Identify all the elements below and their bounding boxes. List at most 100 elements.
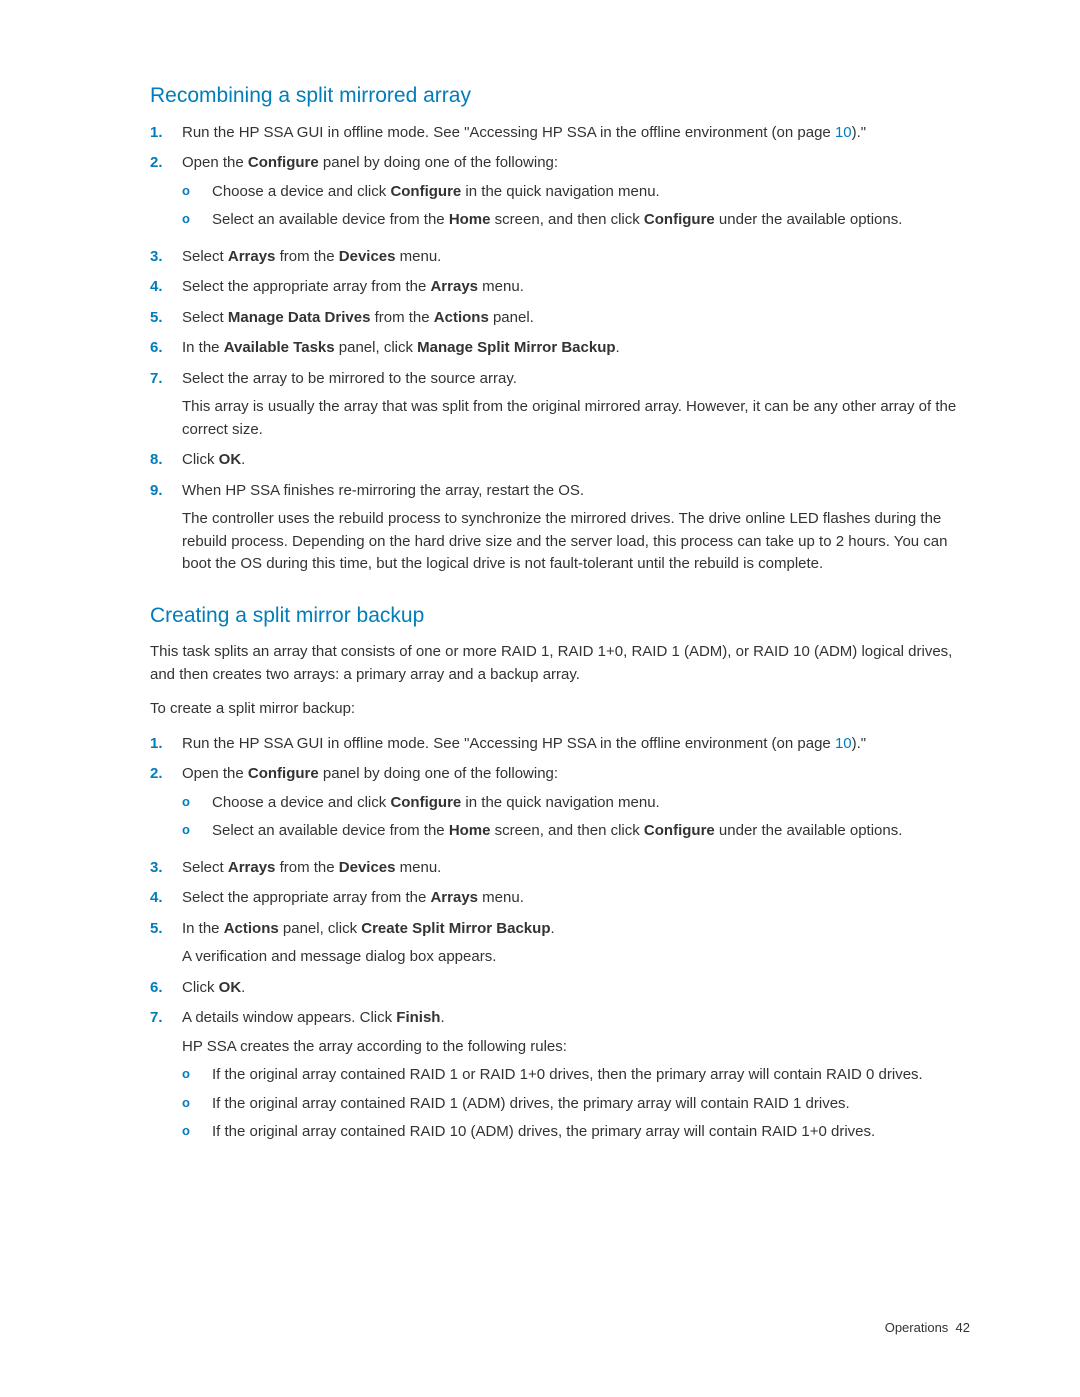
step: 9. When HP SSA finishes re-mirroring the… xyxy=(150,480,970,576)
text: menu. xyxy=(478,278,524,295)
step-number: 3. xyxy=(150,246,182,269)
step-text: Select Manage Data Drives from the Actio… xyxy=(182,307,970,330)
text: panel. xyxy=(489,309,534,326)
step: 5. In the Actions panel, click Create Sp… xyxy=(150,918,970,969)
step-text: Run the HP SSA GUI in offline mode. See … xyxy=(182,122,970,145)
intro-paragraph: To create a split mirror backup: xyxy=(150,698,970,721)
step: 1. Run the HP SSA GUI in offline mode. S… xyxy=(150,122,970,145)
sublist: o Choose a device and click Configure in… xyxy=(182,792,970,843)
bullet-marker: o xyxy=(182,1121,212,1144)
text: Choose a device and click xyxy=(212,794,390,811)
step-number: 5. xyxy=(150,918,182,969)
step-text: Open the Configure panel by doing one of… xyxy=(182,152,970,238)
step-text: Select the array to be mirrored to the s… xyxy=(182,368,970,442)
sub-text: If the original array contained RAID 10 … xyxy=(212,1121,970,1144)
step: 7. Select the array to be mirrored to th… xyxy=(150,368,970,442)
text: from the xyxy=(275,859,338,876)
text: . xyxy=(440,1009,444,1026)
step: 4. Select the appropriate array from the… xyxy=(150,887,970,910)
sub-text: If the original array contained RAID 1 o… xyxy=(212,1064,970,1087)
text: When HP SSA finishes re-mirroring the ar… xyxy=(182,482,584,499)
sub-item: o Select an available device from the Ho… xyxy=(182,209,970,232)
bold: Configure xyxy=(248,765,319,782)
text: Select the appropriate array from the xyxy=(182,278,430,295)
text: . xyxy=(616,339,620,356)
step-extra: The controller uses the rebuild process … xyxy=(182,508,970,576)
step-number: 2. xyxy=(150,152,182,238)
bold: Actions xyxy=(434,309,489,326)
bold: Create Split Mirror Backup xyxy=(361,920,550,937)
text: Select xyxy=(182,309,228,326)
step-text: Run the HP SSA GUI in offline mode. See … xyxy=(182,733,970,756)
text: )." xyxy=(852,735,867,752)
step-number: 8. xyxy=(150,449,182,472)
text: under the available options. xyxy=(715,822,903,839)
bold: Manage Data Drives xyxy=(228,309,371,326)
step: 2. Open the Configure panel by doing one… xyxy=(150,763,970,849)
step: 6. Click OK. xyxy=(150,977,970,1000)
recombining-steps: 1. Run the HP SSA GUI in offline mode. S… xyxy=(150,122,970,576)
bold: OK xyxy=(219,451,242,468)
text: under the available options. xyxy=(715,211,903,228)
bold: OK xyxy=(219,979,242,996)
step-extra: A verification and message dialog box ap… xyxy=(182,946,970,969)
sub-item: o Choose a device and click Configure in… xyxy=(182,181,970,204)
text: Select the array to be mirrored to the s… xyxy=(182,370,517,387)
bold: Arrays xyxy=(430,278,478,295)
page-link[interactable]: 10 xyxy=(835,735,852,752)
sub-text: If the original array contained RAID 1 (… xyxy=(212,1093,970,1116)
text: screen, and then click xyxy=(491,822,644,839)
sublist: o Choose a device and click Configure in… xyxy=(182,181,970,232)
sub-item: o If the original array contained RAID 1… xyxy=(182,1064,970,1087)
step-text: When HP SSA finishes re-mirroring the ar… xyxy=(182,480,970,576)
step-number: 1. xyxy=(150,733,182,756)
step: 8. Click OK. xyxy=(150,449,970,472)
footer-section-label: Operations xyxy=(885,1320,949,1335)
step-number: 2. xyxy=(150,763,182,849)
step-number: 5. xyxy=(150,307,182,330)
step: 7. A details window appears. Click Finis… xyxy=(150,1007,970,1150)
text: Run the HP SSA GUI in offline mode. See … xyxy=(182,124,835,141)
sublist: o If the original array contained RAID 1… xyxy=(182,1064,970,1144)
sub-item: o If the original array contained RAID 1… xyxy=(182,1093,970,1116)
bold: Manage Split Mirror Backup xyxy=(417,339,615,356)
step-number: 3. xyxy=(150,857,182,880)
bullet-marker: o xyxy=(182,792,212,815)
page-link[interactable]: 10 xyxy=(835,124,852,141)
step-number: 4. xyxy=(150,887,182,910)
step-text: Select the appropriate array from the Ar… xyxy=(182,276,970,299)
sub-item: o Choose a device and click Configure in… xyxy=(182,792,970,815)
step: 6. In the Available Tasks panel, click M… xyxy=(150,337,970,360)
text: Select the appropriate array from the xyxy=(182,889,430,906)
text: Run the HP SSA GUI in offline mode. See … xyxy=(182,735,835,752)
bold: Finish xyxy=(396,1009,440,1026)
page-footer: Operations 42 xyxy=(885,1318,970,1338)
bullet-marker: o xyxy=(182,209,212,232)
text: in the quick navigation menu. xyxy=(461,794,659,811)
bold: Configure xyxy=(644,822,715,839)
text: Select an available device from the xyxy=(212,211,449,228)
step-text: Click OK. xyxy=(182,977,970,1000)
sub-text: Choose a device and click Configure in t… xyxy=(212,181,970,204)
step: 4. Select the appropriate array from the… xyxy=(150,276,970,299)
bullet-marker: o xyxy=(182,820,212,843)
text: Click xyxy=(182,979,219,996)
text: )." xyxy=(852,124,867,141)
step: 1. Run the HP SSA GUI in offline mode. S… xyxy=(150,733,970,756)
text: Open the xyxy=(182,154,248,171)
section-heading-recombining: Recombining a split mirrored array xyxy=(150,80,970,112)
text: screen, and then click xyxy=(491,211,644,228)
step: 5. Select Manage Data Drives from the Ac… xyxy=(150,307,970,330)
bold: Devices xyxy=(339,859,396,876)
step-number: 9. xyxy=(150,480,182,576)
sub-item: o Select an available device from the Ho… xyxy=(182,820,970,843)
step-text: Click OK. xyxy=(182,449,970,472)
text: . xyxy=(241,979,245,996)
text: in the quick navigation menu. xyxy=(461,183,659,200)
intro-paragraph: This task splits an array that consists … xyxy=(150,641,970,686)
bold: Configure xyxy=(644,211,715,228)
bold: Devices xyxy=(339,248,396,265)
text: menu. xyxy=(478,889,524,906)
text: A details window appears. Click xyxy=(182,1009,396,1026)
text: panel by doing one of the following: xyxy=(319,765,558,782)
